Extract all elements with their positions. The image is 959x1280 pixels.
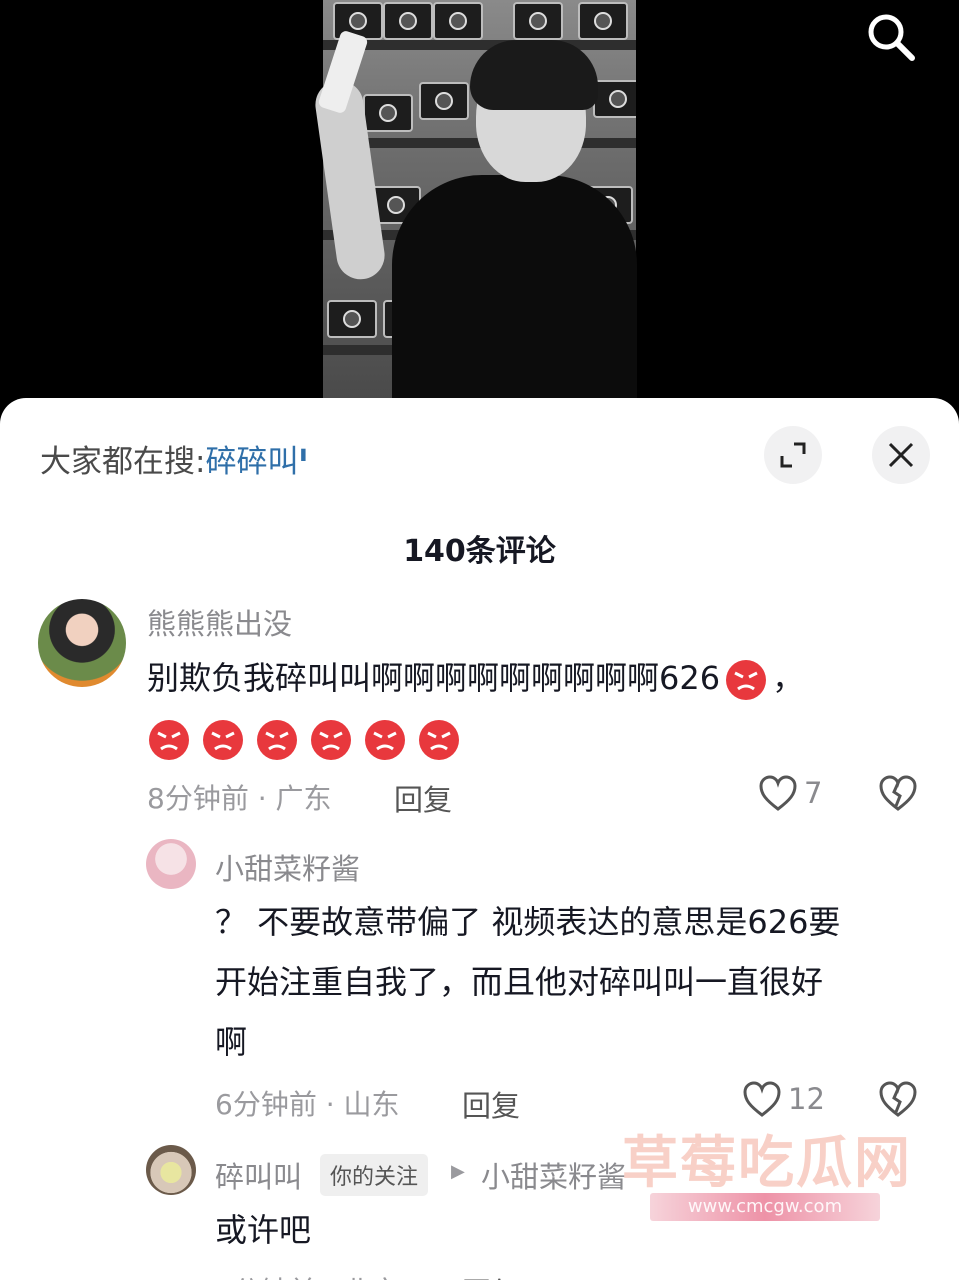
comment-username[interactable]: 熊熊熊出没 [147,601,292,643]
angry-face-emoji [147,718,191,762]
person-body [392,175,637,405]
trending-prefix: 大家都在搜: [40,444,206,480]
reply-button[interactable]: 回复 [462,1270,520,1280]
angry-face-emoji [201,718,245,762]
comment-text-suffix: ， [772,659,805,697]
video-player[interactable] [0,0,959,420]
comment-text-line: ？ 不要故意带偏了 视频表达的意思是626要 [215,903,841,941]
reply-arrow-icon: ▶ [451,1161,465,1182]
following-tag: 你的关注 [320,1154,429,1196]
angry-face-emoji [255,718,299,762]
emoji-row [147,708,471,768]
avatar[interactable] [146,1145,196,1195]
angry-face-emoji [363,718,407,762]
dislike-button[interactable] [878,1080,918,1122]
watermark-title: 草莓吃瓜网 [622,1131,912,1196]
comment-meta: 6分钟前 · 山东 [215,1088,400,1121]
heart-outline-icon [743,1081,781,1117]
like-button[interactable]: 12 [742,1080,825,1118]
comment-meta: 6分钟前 · 北京 [215,1270,400,1280]
comment-text-line: 啊 [215,1023,248,1061]
angry-face-emoji [417,718,461,762]
expand-icon [780,442,806,468]
close-icon [888,442,914,468]
avatar[interactable] [146,839,196,889]
comment-username[interactable]: 小甜菜籽酱 [215,846,360,888]
comment-count: 140条评论 [403,534,556,569]
search-icon[interactable] [862,8,920,66]
trending-search: 大家都在搜:碎碎叫 𝅛 [40,436,306,481]
watermark-url: www.cmcgw.com [650,1193,880,1221]
reply-button[interactable]: 回复 [394,777,452,819]
expand-button[interactable] [764,426,822,484]
close-button[interactable] [872,426,930,484]
person-hair [470,40,598,110]
reply-to-username[interactable]: 小甜菜籽酱 [481,1154,626,1196]
like-button[interactable]: 7 [758,774,822,812]
avatar[interactable] [38,599,126,687]
like-count: 7 [804,776,823,810]
comment-text-line: 或许吧 [215,1211,312,1249]
heart-outline-icon [759,775,797,811]
broken-heart-icon [879,775,917,811]
comment-text: 别欺负我碎叫叫啊啊啊啊啊啊啊啊啊626 ， [147,648,804,708]
magnifier-small-icon: 𝅛 [300,441,307,466]
comment-text-line: 开始注重自我了，而且他对碎叫叫一直很好 [215,963,824,1001]
reply-button[interactable]: 回复 [462,1083,520,1125]
comment-text-line: 别欺负我碎叫叫啊啊啊啊啊啊啊啊啊626 [147,659,721,697]
dislike-button[interactable] [878,774,918,816]
comment-username[interactable]: 碎叫叫 [215,1154,302,1196]
angry-face-emoji [309,718,353,762]
like-count: 12 [788,1082,825,1116]
comment-meta: 8分钟前 · 广东 [147,782,332,815]
trending-keyword-link[interactable]: 碎碎叫 [205,444,298,480]
broken-heart-icon [879,1081,917,1117]
angry-face-emoji [724,658,768,702]
